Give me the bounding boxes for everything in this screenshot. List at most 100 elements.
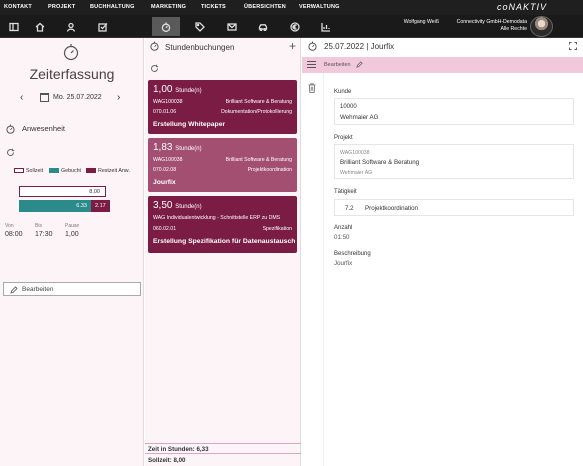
rest-fill: 2.17 [91,200,110,212]
booking-code: WAG100038 [153,99,183,105]
projekt-customer: Wehmaier AG [340,170,373,176]
avatar[interactable] [530,16,553,37]
projekt-label: Projekt [334,135,353,141]
anzahl-label: Anzahl [334,225,353,231]
legend-rest: Restzeit Anw. [98,168,130,174]
pencil-icon[interactable] [356,61,363,68]
legend-swatch-gebucht [49,168,59,173]
projekt-code: WAG100038 [340,150,370,156]
kunde-field[interactable]: 10000 Wehmaier AG [334,98,574,125]
booking-card[interactable]: 1,00 Stunde(n) WAG100038 Brilliant Softw… [148,80,297,134]
menu-icon[interactable] [307,61,316,68]
sollzeit-value: 8.00 [89,189,100,195]
gebucht-fill: 6.33 [19,200,91,212]
kunde-number: 10000 [340,104,357,110]
booking-hours: 1,83 Stunde(n) [153,142,202,153]
menu-buchhaltung[interactable]: BUCHHALTUNG [90,4,135,10]
edit-attendance-button[interactable]: Bearbeiten [3,282,141,296]
booking-task-no: 070.02.08 [153,167,177,173]
menu-verwaltung[interactable]: VERWALTUNG [299,4,340,10]
sollzeit-bar: 8.00 [19,186,106,197]
car-icon[interactable] [249,17,277,36]
pause-value: 1,00 [65,231,79,238]
detail-header: 25.07.2022 | Jourfix [302,38,583,55]
booked-total: Zeit in Stunden: 6,33 [145,443,301,453]
add-booking-button[interactable]: + [289,39,296,53]
booking-hours: 1,00 Stunde(n) [153,84,202,95]
projekt-name: Brilliant Software & Beratung [340,159,420,166]
brand-logo: coNAKTIV [496,2,547,12]
booking-code: WAG100038 [153,157,183,163]
bis-label: Bis [35,223,42,229]
beschreibung-value: Jourfix [334,260,353,267]
beschreibung-label: Beschreibung [334,251,371,257]
trash-icon[interactable] [308,83,316,93]
target-total: Sollzeit: 8,00 [145,453,301,466]
tag-icon[interactable] [186,17,214,36]
von-label: Von [5,223,14,229]
stopwatch-icon [63,44,79,61]
menu-marketing[interactable]: MARKETING [151,4,186,10]
menu-kontakt[interactable]: KONTAKT [4,4,32,10]
booking-task: Spezifikation [262,226,292,232]
zeiterfassung-panel: Zeiterfassung ‹ Mo. 25.07.2022 › Anwesen… [0,38,144,466]
von-value: 08:00 [5,231,23,238]
menu-uebersichten[interactable]: ÜBERSICHTEN [244,4,286,10]
menu-projekt[interactable]: PROJEKT [48,4,75,10]
booking-name: Jourfix [153,179,176,186]
next-day-button[interactable]: › [117,92,120,103]
taetigkeit-field[interactable]: 7.2 Projektkoordination [334,199,574,216]
person-icon[interactable] [57,17,85,36]
menu-tickets[interactable]: TICKETS [201,4,226,10]
current-date[interactable]: Mo. 25.07.2022 [53,94,102,101]
panel-title: Stundenbuchungen [165,43,235,52]
icon-toolbar: Wolfgang Weiß Connectivity GmbH-Demodata… [0,15,583,38]
top-menu-bar: KONTAKT PROJEKT BUCHHALTUNG MARKETING TI… [0,0,583,15]
booking-client: Brilliant Software & Beratung [225,99,292,105]
booking-task: Projektkoordination [247,167,292,173]
page-title: Zeiterfassung [29,66,115,82]
pencil-icon [10,286,18,294]
booking-task-no: 070.01.06 [153,109,177,115]
booking-code: WAG Individualentwicklung - Schnittstell… [153,215,281,221]
booking-hours: 3,50 Stunde(n) [153,200,202,211]
panel-header: Stundenbuchungen + [145,38,301,55]
taetigkeit-name: Projektkoordination [365,205,418,212]
booking-client: Brilliant Software & Beratung [225,157,292,163]
stopwatch-icon [6,124,15,134]
anzahl-value: 01:50 [334,234,350,241]
booking-card-selected[interactable]: 1,83 Stunde(n) WAG100038 Brilliant Softw… [148,138,297,192]
user-company: Connectivity GmbH-Demodata Alle Rechte [456,19,527,32]
legend-swatch-soll [14,168,24,173]
sidebar-toggle-icon[interactable] [0,17,28,36]
task-icon[interactable] [89,17,117,36]
detail-toolbar: Bearbeiten [302,57,583,73]
calendar-icon[interactable] [40,93,49,102]
booking-name: Erstellung Whitepaper [153,121,226,128]
stopwatch-icon [308,41,317,51]
edit-link[interactable]: Bearbeiten [324,62,351,68]
edit-label: Bearbeiten [22,285,54,293]
detail-title: 25.07.2022 | Jourfix [324,42,395,51]
divider [323,73,324,466]
euro-icon[interactable] [281,17,309,36]
date-navigator: ‹ Mo. 25.07.2022 › [0,92,144,104]
stopwatch-icon[interactable] [152,17,180,36]
expand-icon[interactable] [569,42,577,50]
prev-day-button[interactable]: ‹ [20,92,23,103]
user-name: Wolfgang Weiß [403,19,439,25]
mail-icon[interactable] [218,17,246,36]
chart-icon[interactable] [312,17,340,36]
kunde-label: Kunde [334,89,352,95]
booking-name: Erstellung Spezifikation für Datenaustau… [153,238,296,245]
projekt-field[interactable]: WAG100038 Brilliant Software & Beratung … [334,144,574,179]
gebucht-value: 6.33 [76,203,87,209]
stundenbuchungen-panel: Stundenbuchungen + 1,00 Stunde(n) WAG100… [145,38,301,466]
refresh-icon[interactable] [6,148,15,157]
legend-swatch-rest [86,168,96,173]
home-icon[interactable] [26,17,54,36]
booking-card[interactable]: 3,50 Stunde(n) WAG Individualentwicklung… [148,196,297,253]
booking-task: Dokumentation/Protokollierung [221,109,292,115]
refresh-icon[interactable] [150,64,159,73]
bis-value: 17:30 [35,231,53,238]
